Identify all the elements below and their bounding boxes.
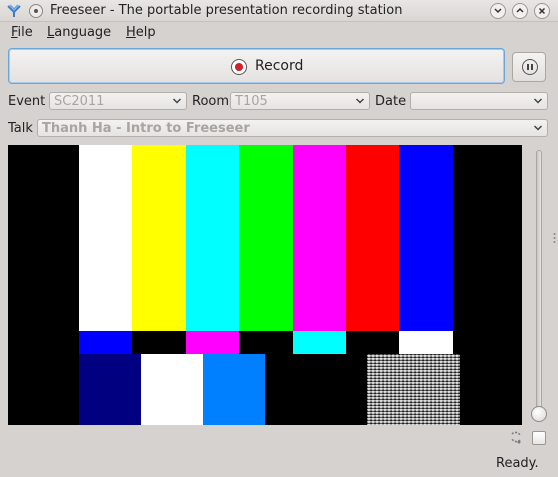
color-bar-bottom	[265, 354, 328, 425]
volume-slider-track[interactable]	[536, 150, 542, 415]
date-label: Date	[375, 94, 407, 109]
chevron-down-icon	[355, 98, 365, 104]
record-icon	[231, 59, 247, 75]
minimize-button[interactable]	[490, 3, 506, 19]
video-preview	[8, 145, 522, 425]
pause-button[interactable]	[512, 52, 546, 82]
status-text: Ready.	[496, 456, 539, 471]
splitter-grip-icon[interactable]	[553, 232, 556, 244]
color-bar-middle	[239, 331, 294, 354]
pause-icon	[522, 59, 538, 75]
event-value: SC2011	[54, 94, 105, 109]
title-bar: Freeseer - The portable presentation rec…	[0, 0, 558, 22]
refresh-icon[interactable]	[508, 429, 524, 445]
menu-help[interactable]: Help	[126, 25, 156, 40]
maximize-button[interactable]	[512, 3, 528, 19]
chevron-down-icon	[494, 8, 502, 14]
date-select[interactable]	[410, 92, 548, 110]
color-bar-middle	[185, 331, 240, 354]
color-bar-bottom	[328, 354, 367, 425]
noise-block	[367, 354, 460, 425]
color-bar-top	[239, 145, 294, 331]
record-button[interactable]: Record	[8, 48, 505, 84]
color-bar-middle	[399, 331, 454, 354]
color-bar-top	[79, 145, 133, 331]
chevron-down-icon	[533, 98, 543, 104]
close-icon	[538, 7, 546, 15]
color-bar-bottom	[203, 354, 265, 425]
window-menu-icon[interactable]	[29, 4, 43, 18]
menu-bar: File Language Help	[0, 22, 558, 44]
chevron-down-icon	[172, 98, 182, 104]
menu-language-label: anguage	[54, 25, 112, 40]
menu-language[interactable]: Language	[47, 25, 111, 40]
talk-label: Talk	[8, 121, 33, 136]
volume-slider-handle[interactable]	[531, 406, 547, 422]
chevron-up-icon	[516, 7, 524, 13]
talk-select[interactable]: Thanh Ha - Intro to Freeseer	[37, 119, 548, 137]
talk-value: Thanh Ha - Intro to Freeseer	[42, 121, 250, 136]
menu-file-label: ile	[17, 25, 33, 40]
color-bar-bottom	[141, 354, 203, 425]
color-bar-top	[185, 145, 240, 331]
color-bar-top	[399, 145, 454, 331]
event-label: Event	[8, 94, 46, 109]
menu-file[interactable]: File	[11, 25, 33, 40]
window-title: Freeseer - The portable presentation rec…	[50, 3, 403, 18]
color-bar-middle	[292, 331, 347, 354]
color-bar-top	[346, 145, 400, 331]
room-value: T105	[235, 94, 268, 109]
record-label: Record	[255, 58, 304, 74]
menu-help-label: elp	[135, 25, 156, 40]
color-bar-middle	[346, 331, 400, 354]
room-label: Room	[192, 94, 230, 109]
room-select[interactable]: T105	[230, 92, 370, 110]
preview-checkbox[interactable]	[532, 431, 546, 445]
menu-help-mnemonic: H	[126, 25, 136, 40]
color-bar-top	[292, 145, 347, 331]
color-bar-bottom	[79, 354, 141, 425]
close-button[interactable]	[534, 3, 550, 19]
color-bar-top	[132, 145, 187, 331]
chevron-down-icon	[533, 125, 543, 131]
freeseer-app-icon	[7, 4, 21, 17]
color-bar-middle	[132, 331, 187, 354]
color-bar-middle	[79, 331, 133, 354]
event-select[interactable]: SC2011	[49, 92, 187, 110]
